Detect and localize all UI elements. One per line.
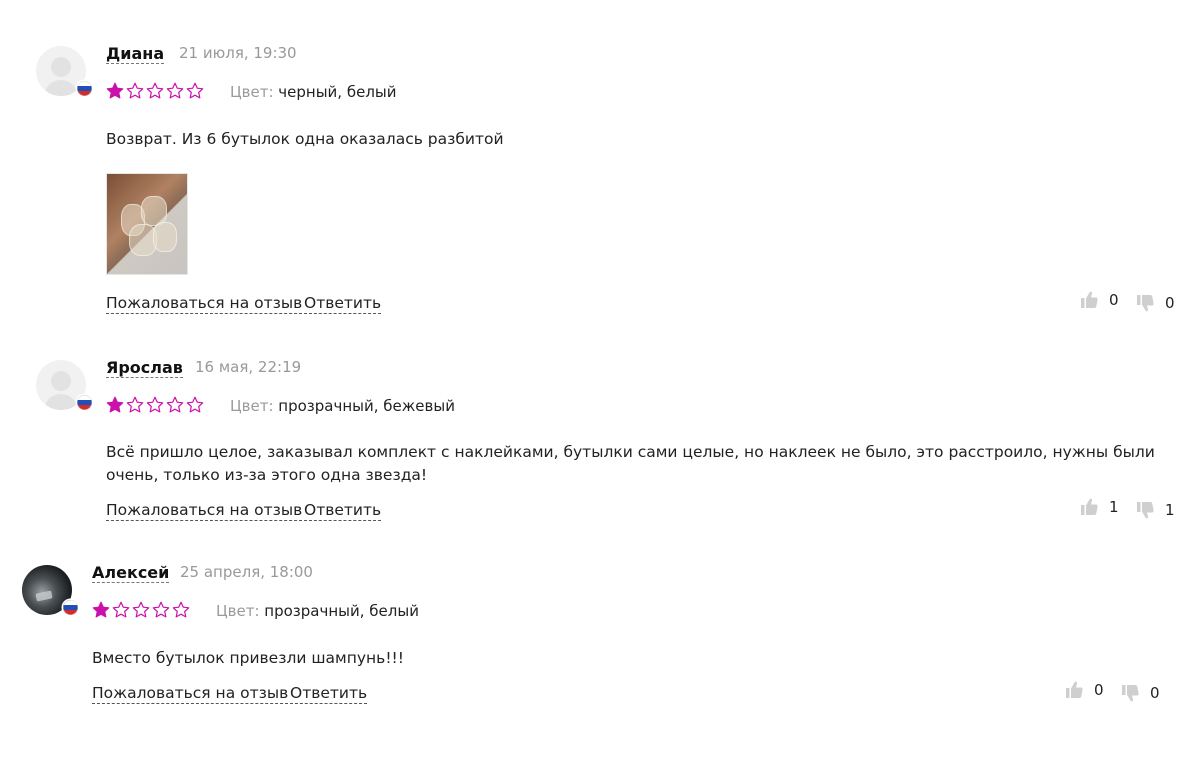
- like-button[interactable]: 1: [1079, 497, 1119, 517]
- dislike-count: 0: [1150, 684, 1160, 702]
- color-label: Цвет:: [230, 397, 274, 415]
- color-value: прозрачный, белый: [264, 602, 419, 620]
- review-text: Всё пришло целое, заказывал комплект с н…: [106, 443, 1155, 484]
- russia-flag-icon: [63, 600, 78, 615]
- star-empty-icon: [146, 82, 164, 99]
- thumb-up-icon: [1064, 680, 1084, 700]
- russia-flag-icon: [77, 395, 92, 410]
- star-filled-icon: [106, 82, 124, 99]
- thumb-down-icon: [1135, 293, 1155, 313]
- star-empty-icon: [126, 82, 144, 99]
- like-button[interactable]: 0: [1079, 290, 1119, 310]
- author-name[interactable]: Ярослав: [106, 358, 183, 378]
- rating-stars: [92, 601, 190, 619]
- like-count: 1: [1109, 498, 1119, 516]
- avatar[interactable]: [36, 46, 92, 96]
- author-name[interactable]: Алексей: [92, 563, 170, 583]
- product-color: Цвет: прозрачный, бежевый: [230, 397, 455, 416]
- complain-link[interactable]: Пожаловаться на отзыв: [106, 501, 303, 521]
- color-label: Цвет:: [230, 83, 274, 101]
- dislike-button[interactable]: 0: [1135, 293, 1175, 313]
- star-empty-icon: [126, 396, 144, 413]
- like-count: 0: [1109, 291, 1119, 309]
- reply-link[interactable]: Ответить: [304, 501, 382, 521]
- review-date: 21 июля, 19:30: [179, 44, 297, 62]
- review-date: 16 мая, 22:19: [195, 358, 302, 376]
- color-label: Цвет:: [216, 602, 260, 620]
- reply-link[interactable]: Ответить: [290, 684, 368, 704]
- dislike-button[interactable]: 0: [1120, 683, 1160, 703]
- star-empty-icon: [146, 396, 164, 413]
- rating-stars: [106, 82, 204, 100]
- thumb-down-icon: [1120, 683, 1140, 703]
- star-empty-icon: [112, 601, 130, 618]
- review-text: Возврат. Из 6 бутылок одна оказалась раз…: [106, 130, 504, 148]
- rating-stars: [106, 396, 204, 414]
- reply-link[interactable]: Ответить: [304, 294, 382, 314]
- thumb-down-icon: [1135, 500, 1155, 520]
- russia-flag-icon: [77, 81, 92, 96]
- product-color: Цвет: прозрачный, белый: [216, 602, 419, 621]
- review-date: 25 апреля, 18:00: [180, 563, 313, 581]
- dislike-count: 1: [1165, 501, 1175, 519]
- star-empty-icon: [132, 601, 150, 618]
- review-photo[interactable]: [106, 173, 188, 275]
- star-empty-icon: [152, 601, 170, 618]
- star-empty-icon: [166, 396, 184, 413]
- star-empty-icon: [186, 82, 204, 99]
- star-filled-icon: [92, 601, 110, 618]
- complain-link[interactable]: Пожаловаться на отзыв: [106, 294, 303, 314]
- star-empty-icon: [166, 82, 184, 99]
- avatar[interactable]: [36, 360, 92, 410]
- thumb-up-icon: [1079, 290, 1099, 310]
- thumb-up-icon: [1079, 497, 1099, 517]
- product-color: Цвет: черный, белый: [230, 83, 397, 102]
- complain-link[interactable]: Пожаловаться на отзыв: [92, 684, 289, 704]
- like-button[interactable]: 0: [1064, 680, 1104, 700]
- review-text: Вместо бутылок привезли шампунь!!!: [92, 649, 404, 667]
- like-count: 0: [1094, 681, 1104, 699]
- dislike-button[interactable]: 1: [1135, 500, 1175, 520]
- author-name[interactable]: Диана: [106, 44, 165, 64]
- star-empty-icon: [172, 601, 190, 618]
- dislike-count: 0: [1165, 294, 1175, 312]
- star-filled-icon: [106, 396, 124, 413]
- color-value: черный, белый: [278, 83, 397, 101]
- star-empty-icon: [186, 396, 204, 413]
- avatar[interactable]: [22, 565, 78, 615]
- color-value: прозрачный, бежевый: [278, 397, 455, 415]
